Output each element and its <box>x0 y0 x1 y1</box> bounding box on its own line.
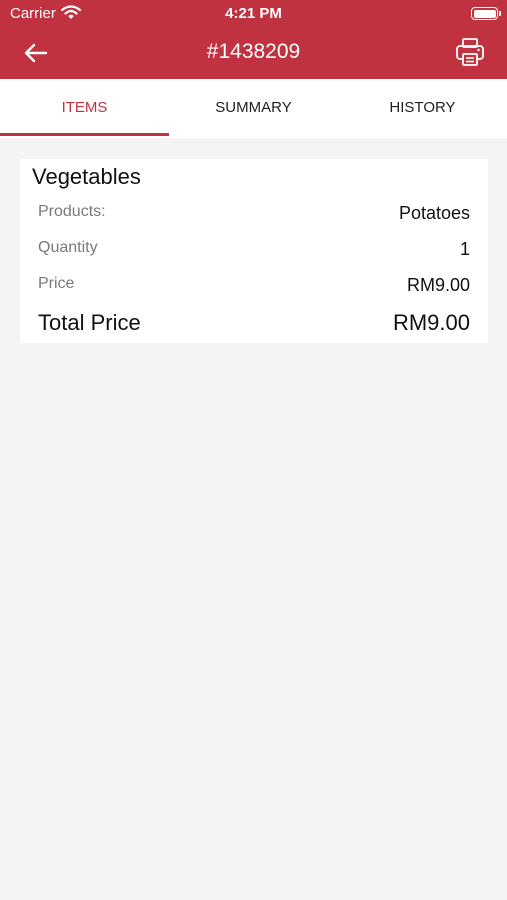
quantity-value: 1 <box>459 239 470 259</box>
price-label: Price <box>38 275 75 292</box>
status-time: 4:21 PM <box>225 5 282 22</box>
tab-history[interactable]: HISTORY <box>338 79 507 138</box>
order-number-title: #1438209 <box>206 40 301 63</box>
app-header: Carrier 4:21 PM #1438209 <box>0 0 507 79</box>
product-value: Potatoes <box>398 203 470 223</box>
item-card: Vegetables Products: Potatoes Quantity 1… <box>20 159 488 343</box>
product-row: Products: Potatoes <box>38 203 470 229</box>
tab-bar: ITEMS SUMMARY HISTORY <box>0 79 507 138</box>
total-price-value: RM9.00 <box>392 310 470 335</box>
price-row: Price RM9.00 <box>38 275 470 301</box>
nav-bar: #1438209 <box>0 28 507 79</box>
status-bar: Carrier 4:21 PM <box>0 0 507 28</box>
quantity-label: Quantity <box>38 239 98 256</box>
printer-icon <box>456 38 484 66</box>
product-label: Products: <box>38 203 106 220</box>
quantity-row: Quantity 1 <box>38 239 470 265</box>
total-row: Total Price RM9.00 <box>38 310 470 336</box>
tab-items[interactable]: ITEMS <box>0 79 169 138</box>
print-button[interactable] <box>454 36 486 68</box>
tab-summary[interactable]: SUMMARY <box>169 79 338 138</box>
total-price-label: Total Price <box>38 310 141 335</box>
price-value: RM9.00 <box>406 275 470 295</box>
category-title: Vegetables <box>32 164 141 189</box>
battery-icon <box>471 7 501 20</box>
